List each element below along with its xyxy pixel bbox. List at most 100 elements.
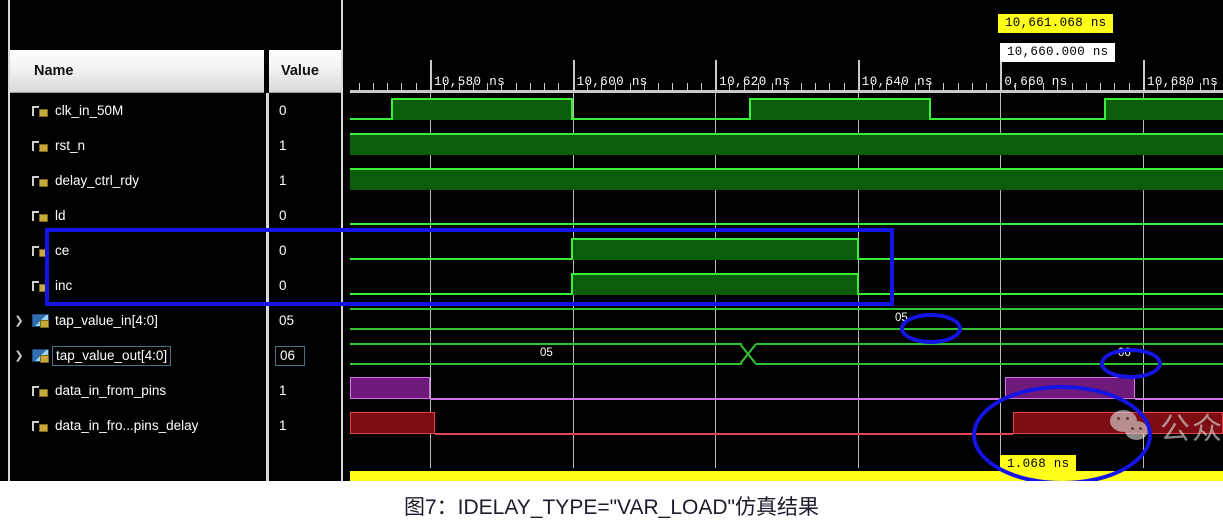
ruler-minor-tick: [516, 83, 517, 90]
signal-name-cell[interactable]: ❯ tap_value_out[4:0]: [10, 338, 264, 373]
data-line-purple: [1135, 398, 1223, 400]
wire-signal-icon: [32, 175, 48, 187]
ruler-tick-label: 10,580 ns: [434, 75, 506, 89]
data-block-red: [350, 412, 435, 434]
signal-row[interactable]: ❯ tap_value_out[4:0] 06: [10, 338, 341, 373]
ruler-minor-tick: [815, 83, 816, 90]
ruler-minor-tick: [1043, 83, 1044, 90]
wave-low-segment: [572, 118, 750, 120]
ruler-tick-label: 10,640 ns: [861, 75, 933, 89]
signal-value-cell[interactable]: 0: [269, 93, 341, 128]
wire-signal-icon: [32, 385, 48, 397]
ruler-minor-tick: [915, 83, 916, 90]
signal-value-cell[interactable]: 1: [269, 163, 341, 198]
ruler-minor-tick: [359, 83, 360, 90]
wave-high-segment: [750, 98, 930, 120]
ruler-minor-tick: [1086, 83, 1087, 90]
ruler-minor-tick: [786, 83, 787, 90]
bus-signal-icon: [32, 349, 49, 363]
wave-low-segment: [930, 118, 1105, 120]
signal-row[interactable]: ❯ delay_ctrl_rdy 1: [10, 163, 341, 198]
signal-value-label: 1: [279, 418, 287, 433]
signal-value-label: 06: [275, 345, 306, 366]
annotation-ellipse-tap-in-05: [900, 313, 962, 344]
ruler-minor-tick: [929, 83, 930, 90]
signal-name-cell[interactable]: ❯ tap_value_in[4:0]: [10, 303, 264, 338]
ruler-minor-tick: [1214, 83, 1215, 90]
signal-value-cell[interactable]: 06: [269, 338, 341, 373]
column-header-name[interactable]: Name: [10, 50, 264, 93]
signal-name-label: data_in_fro...pins_delay: [55, 418, 199, 433]
wire-signal-icon: [32, 210, 48, 222]
ruler-minor-tick: [416, 83, 417, 90]
ruler-minor-tick: [473, 83, 474, 90]
signal-name-cell[interactable]: ❯ data_in_from_pins: [10, 373, 264, 408]
ruler-minor-tick: [644, 83, 645, 90]
wave-row-clk-in-50m: [350, 93, 1223, 128]
secondary-cursor-label: 10,660.000 ns: [1000, 43, 1116, 62]
signal-name-label: rst_n: [55, 138, 86, 153]
wave-edge: [749, 98, 751, 120]
data-block-purple: [350, 377, 430, 399]
wave-row-tap-value-out: 05 06: [350, 338, 1223, 373]
signal-name-cell[interactable]: ❯ rst_n: [10, 128, 264, 163]
expander-spacer: ❯: [12, 209, 26, 222]
expander-spacer: ❯: [12, 174, 26, 187]
time-ruler[interactable]: 10,580 ns 10,600 ns 10,620 ns 10,640 ns 0,66…: [350, 60, 1223, 93]
signal-name-cell[interactable]: ❯ delay_ctrl_rdy: [10, 163, 264, 198]
ruler-minor-tick: [729, 83, 730, 90]
ruler-minor-tick: [1200, 83, 1201, 90]
ruler-minor-tick: [401, 83, 402, 90]
signal-value-cell[interactable]: 1: [269, 128, 341, 163]
chevron-right-icon[interactable]: ❯: [12, 349, 26, 362]
ruler-minor-tick: [615, 83, 616, 90]
ruler-minor-tick: [1100, 83, 1101, 90]
chevron-right-icon[interactable]: ❯: [12, 314, 26, 327]
signal-value-label: 0: [279, 208, 287, 223]
ruler-minor-tick: [530, 83, 531, 90]
signal-row[interactable]: ❯ data_in_fro...pins_delay 1: [10, 408, 341, 443]
wave-low-segment: [350, 223, 1223, 225]
ruler-minor-tick: [444, 83, 445, 90]
signal-row[interactable]: ❯ data_in_from_pins 1: [10, 373, 341, 408]
figure-caption: 图7：IDELAY_TYPE="VAR_LOAD"仿真结果: [0, 481, 1223, 531]
wave-low-segment: [350, 118, 392, 120]
ruler-minor-tick: [387, 83, 388, 90]
signal-value-cell[interactable]: 05: [269, 303, 341, 338]
signal-name-cell[interactable]: ❯ data_in_fro...pins_delay: [10, 408, 264, 443]
signal-value-label: 05: [279, 313, 295, 328]
bus-transition-icon: [740, 343, 756, 365]
ruler-minor-tick: [587, 83, 588, 90]
ruler-minor-tick: [972, 83, 973, 90]
ruler-minor-tick: [1029, 83, 1030, 90]
signal-row[interactable]: ❯ tap_value_in[4:0] 05: [10, 303, 341, 338]
expander-spacer: ❯: [12, 244, 26, 257]
signal-name-label: tap_value_out[4:0]: [52, 345, 172, 366]
simulation-waveform-window: Name Value ❯ clk_in_50M 0 ❯ rst_n 1 ❯ delay_ctr…: [0, 0, 1223, 481]
signal-row[interactable]: ❯ rst_n 1: [10, 128, 341, 163]
primary-cursor-label: 10,661.068 ns: [998, 14, 1114, 33]
ruler-tick-label: 10,600 ns: [576, 75, 648, 89]
ruler-minor-tick: [943, 83, 944, 90]
wave-edge: [1104, 98, 1106, 120]
ruler-minor-tick: [1057, 83, 1058, 90]
ruler-minor-tick: [544, 83, 545, 90]
signal-name-cell[interactable]: ❯ clk_in_50M: [10, 93, 264, 128]
bus-signal-icon: [32, 314, 49, 328]
signal-row[interactable]: ❯ clk_in_50M 0: [10, 93, 341, 128]
ruler-minor-tick: [701, 83, 702, 90]
signal-name-label: data_in_from_pins: [55, 383, 167, 398]
signal-value-cell[interactable]: 1: [269, 408, 341, 443]
ruler-minor-tick: [373, 83, 374, 90]
signal-name-label: ld: [55, 208, 66, 223]
ruler-minor-tick: [844, 83, 845, 90]
wave-row-rst-n: [350, 128, 1223, 163]
ruler-minor-tick: [801, 83, 802, 90]
column-header-value[interactable]: Value: [269, 50, 341, 93]
wave-high-segment: [1105, 98, 1223, 120]
signal-name-label: clk_in_50M: [55, 103, 124, 118]
annotation-ellipse-tap-out-06: [1100, 348, 1162, 379]
signal-value-cell[interactable]: 1: [269, 373, 341, 408]
wave-edge: [929, 98, 931, 120]
ruler-minor-tick: [687, 83, 688, 90]
